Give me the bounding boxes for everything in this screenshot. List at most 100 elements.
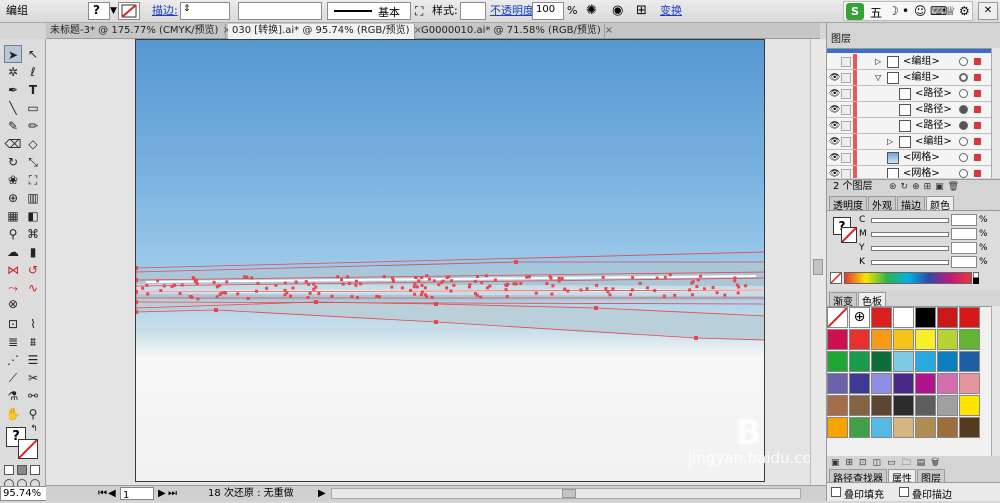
- anchor-point[interactable]: [346, 275, 349, 279]
- list-tool-icon[interactable]: ☰: [24, 351, 42, 369]
- anchor-point[interactable]: [162, 284, 166, 288]
- color-swatch[interactable]: [827, 395, 848, 416]
- anchor-point[interactable]: [419, 293, 423, 297]
- layers-tool-icon[interactable]: ≣: [4, 333, 22, 351]
- layer-actions-icons[interactable]: ⊛↻⊕⊞▣🗑: [889, 180, 963, 194]
- anchor-point[interactable]: [764, 260, 765, 264]
- anchor-point[interactable]: [274, 283, 278, 287]
- anchor-point[interactable]: [691, 280, 695, 284]
- page-field[interactable]: 1: [120, 487, 154, 501]
- layer-row[interactable]: 👁 ▷ <编组>: [827, 134, 991, 150]
- skin-icon[interactable]: ♕: [945, 4, 956, 18]
- anchor-point[interactable]: [425, 274, 429, 278]
- anchor-point[interactable]: [514, 260, 518, 264]
- anchor-point[interactable]: [250, 276, 254, 280]
- rotate-tool-icon[interactable]: ↻: [4, 153, 22, 171]
- eye-icon[interactable]: 👁: [829, 89, 840, 99]
- anchor-point[interactable]: [715, 291, 719, 295]
- anchor-point[interactable]: [432, 279, 436, 283]
- style-swatch[interactable]: [460, 2, 486, 20]
- color-swatch[interactable]: [915, 307, 936, 328]
- anchor-point[interactable]: [136, 266, 138, 270]
- black-slider[interactable]: K%: [859, 256, 999, 269]
- anchor-point[interactable]: [159, 289, 163, 293]
- anchor-point[interactable]: [414, 276, 418, 280]
- scale-tool-icon[interactable]: ⤡: [24, 153, 42, 171]
- anchor-point[interactable]: [744, 284, 748, 288]
- color-swatch[interactable]: [959, 373, 980, 394]
- selection-tool-icon[interactable]: ➤: [4, 45, 22, 63]
- anchor-point[interactable]: [585, 287, 589, 291]
- target-icon[interactable]: [959, 121, 968, 130]
- ime-mode[interactable]: 五: [870, 4, 882, 21]
- color-swatch[interactable]: [937, 329, 958, 350]
- anchor-point[interactable]: [733, 279, 737, 283]
- pencil-tool-icon[interactable]: ✏: [24, 117, 42, 135]
- anchor-point[interactable]: [566, 289, 570, 293]
- brush-tool-icon[interactable]: ✎: [4, 117, 22, 135]
- anchor-point[interactable]: [703, 287, 706, 291]
- layer-row[interactable]: 👁 <网格>: [827, 166, 991, 178]
- anchor-point[interactable]: [314, 300, 318, 304]
- anchor-point[interactable]: [646, 286, 649, 290]
- recolor-icon[interactable]: ✺: [586, 3, 597, 19]
- anchor-point[interactable]: [579, 288, 583, 292]
- wave-tool-icon[interactable]: ∿: [24, 279, 42, 297]
- anchor-point[interactable]: [711, 286, 715, 289]
- anchor-point[interactable]: [557, 279, 561, 283]
- anchor-point[interactable]: [733, 276, 737, 280]
- dot-icon[interactable]: •: [902, 4, 909, 18]
- measure-tool-icon[interactable]: ⚯: [24, 387, 42, 405]
- anchor-point[interactable]: [217, 284, 221, 288]
- emoji-icon[interactable]: ☺: [914, 4, 927, 18]
- color-swatch[interactable]: [871, 351, 892, 372]
- color-swatch[interactable]: [849, 351, 870, 372]
- color-swatch[interactable]: [871, 307, 892, 328]
- stack-tool-icon[interactable]: ⩩: [24, 333, 42, 351]
- layer-row[interactable]: 👁 <网格>: [827, 150, 991, 166]
- color-swatch[interactable]: [893, 373, 914, 394]
- anchor-point[interactable]: [255, 289, 258, 293]
- anchor-point[interactable]: [505, 284, 509, 287]
- anchor-point[interactable]: [595, 283, 599, 287]
- knife-tool-icon[interactable]: ⟋: [4, 369, 22, 387]
- swatches-scrollbar[interactable]: [991, 306, 1000, 456]
- eyedropper-icon[interactable]: ⚲: [4, 225, 22, 243]
- target-icon[interactable]: [959, 153, 968, 162]
- anchor-point[interactable]: [486, 286, 489, 290]
- anchor-point[interactable]: [475, 293, 479, 297]
- anchor-point[interactable]: [145, 283, 149, 287]
- layer-row[interactable]: 👁 <路径>: [827, 118, 991, 134]
- anchor-point[interactable]: [412, 285, 416, 289]
- anchor-point[interactable]: [694, 336, 698, 340]
- anchor-point[interactable]: [601, 275, 605, 279]
- anchor-point[interactable]: [494, 278, 497, 282]
- scissors-icon[interactable]: ✂: [24, 369, 42, 387]
- anchor-point[interactable]: [604, 287, 608, 291]
- none-swatch[interactable]: [830, 272, 842, 284]
- scroll-thumb[interactable]: [562, 489, 576, 498]
- anchor-point[interactable]: [289, 294, 292, 298]
- cyan-slider[interactable]: C%: [859, 214, 999, 227]
- anchor-point[interactable]: [688, 288, 692, 292]
- prev-page-icon[interactable]: ◀: [108, 486, 116, 501]
- eye-icon[interactable]: 👁: [829, 153, 840, 163]
- none-mode-icon[interactable]: [30, 465, 40, 475]
- anchor-point[interactable]: [549, 276, 553, 280]
- anchor-point[interactable]: [188, 295, 192, 298]
- anchor-point[interactable]: [354, 283, 358, 287]
- eye-icon[interactable]: 👁: [829, 169, 840, 178]
- anchor-point[interactable]: [378, 295, 381, 299]
- direct-selection-tool-icon[interactable]: ↖: [24, 45, 42, 63]
- anchor-point[interactable]: [304, 280, 308, 284]
- layer-row[interactable]: 👁 ▽ <编组>: [827, 70, 991, 86]
- chevron-right-icon[interactable]: ▷: [887, 134, 893, 149]
- anchor-point[interactable]: [445, 276, 449, 280]
- anchor-point[interactable]: [347, 282, 351, 285]
- anchor-point[interactable]: [178, 292, 182, 295]
- target-icon[interactable]: [959, 89, 968, 98]
- next-page-icon[interactable]: ▶: [158, 486, 166, 501]
- none-swatch[interactable]: [827, 307, 848, 328]
- color-swatch[interactable]: [849, 373, 870, 394]
- status-menu-icon[interactable]: ▶: [318, 486, 326, 501]
